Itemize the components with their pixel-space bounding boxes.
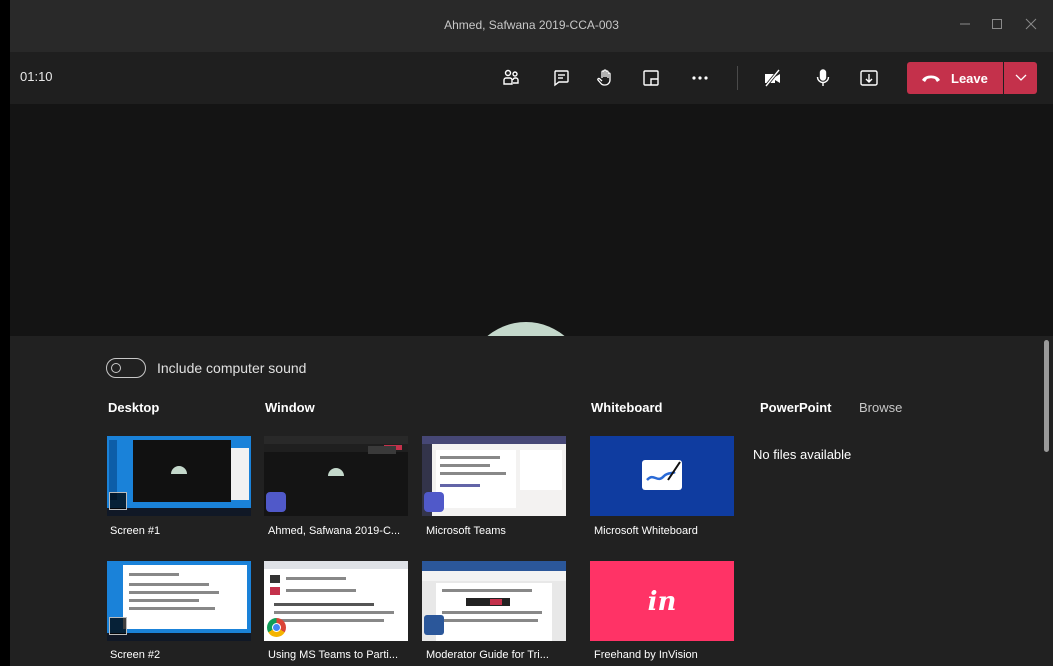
thumb-label: Microsoft Whiteboard [594, 525, 698, 537]
teams-app-icon [424, 492, 444, 512]
word-app-icon [424, 615, 444, 635]
window-meeting-thumbnail[interactable] [264, 436, 408, 516]
phone-hangup-icon [922, 75, 940, 82]
chevron-down-icon [1015, 74, 1026, 81]
call-timer: 01:10 [20, 69, 53, 84]
window-chrome-thumbnail[interactable] [264, 561, 408, 641]
raise-hand-icon[interactable] [592, 65, 618, 91]
share-tray: Include computer sound Desktop Window Wh… [10, 336, 1053, 666]
thumb-label: Screen #2 [110, 649, 161, 661]
leave-options-button[interactable] [1004, 62, 1037, 94]
section-window: Window [265, 400, 315, 415]
browse-link[interactable]: Browse [859, 400, 902, 415]
toggle-knob [111, 363, 121, 373]
thumb-label: Moderator Guide for Tri... [426, 649, 549, 661]
thumb-label: Freehand by InVision [594, 649, 698, 661]
include-sound-label: Include computer sound [157, 360, 307, 376]
screen-share-icon [109, 492, 127, 510]
screen-1-thumbnail[interactable] [107, 436, 251, 516]
share-tray-icon[interactable] [856, 65, 882, 91]
thumb-label: Ahmed, Safwana 2019-C... [268, 525, 401, 537]
microphone-icon[interactable] [810, 65, 836, 91]
screen-share-icon [109, 617, 127, 635]
toolbar-divider [737, 66, 738, 90]
microsoft-whiteboard-thumbnail[interactable] [590, 436, 734, 516]
invision-logo-icon: in [647, 587, 677, 617]
window-title: Ahmed, Safwana 2019-CCA-003 [444, 18, 619, 32]
screen-2-thumbnail[interactable] [107, 561, 251, 641]
window-teams-thumbnail[interactable] [422, 436, 566, 516]
include-sound-toggle[interactable] [106, 358, 146, 378]
leave-label: Leave [951, 70, 988, 86]
thumb-label: Screen #1 [110, 525, 161, 537]
tray-scrollbar[interactable] [1044, 340, 1049, 452]
meeting-stage [10, 104, 1053, 336]
leave-button[interactable]: Leave [907, 62, 1003, 94]
camera-off-icon[interactable] [760, 65, 786, 91]
title-bar: Ahmed, Safwana 2019-CCA-003 [10, 0, 1053, 52]
section-whiteboard: Whiteboard [591, 400, 663, 415]
teams-app-icon [266, 492, 286, 512]
participants-icon[interactable] [498, 65, 524, 91]
whiteboard-icon [642, 460, 682, 490]
no-files-message: No files available [753, 447, 852, 462]
thumb-label: Microsoft Teams [426, 525, 506, 537]
chrome-app-icon [267, 618, 286, 637]
freehand-invision-thumbnail[interactable]: in [590, 561, 734, 641]
minimize-icon[interactable] [954, 14, 976, 36]
more-options-icon[interactable] [687, 65, 713, 91]
section-desktop: Desktop [108, 400, 160, 415]
maximize-icon[interactable] [986, 14, 1008, 36]
window-word-thumbnail[interactable] [422, 561, 566, 641]
thumb-label: Using MS Teams to Parti... [268, 649, 399, 661]
close-icon[interactable] [1020, 14, 1042, 36]
call-toolbar: 01:10 Leave [10, 52, 1053, 104]
fullscreen-icon[interactable] [638, 65, 664, 91]
avatar [466, 322, 586, 336]
section-powerpoint: PowerPoint [760, 400, 832, 415]
chat-icon[interactable] [548, 65, 574, 91]
